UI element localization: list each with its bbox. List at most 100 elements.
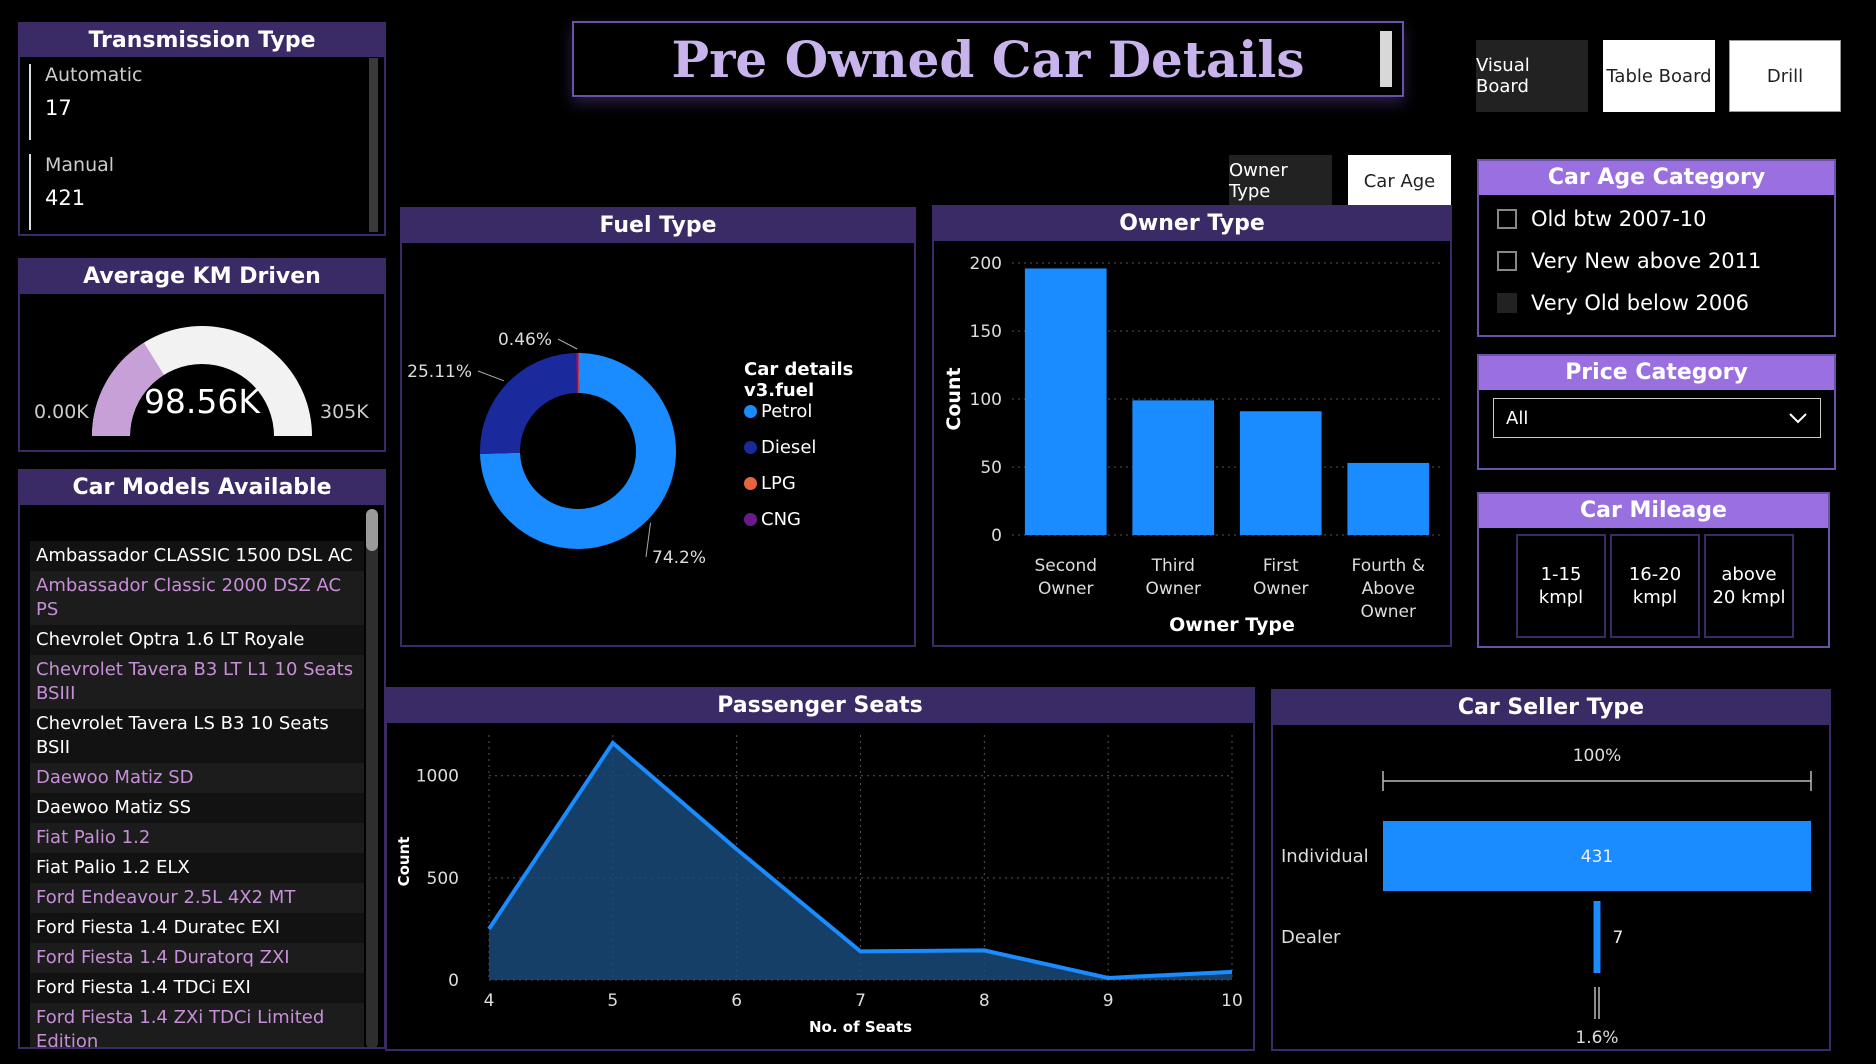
legend-dot-icon — [744, 404, 757, 418]
model-list-item[interactable]: Fiat Palio 1.2 ELX — [30, 853, 364, 883]
model-list-item[interactable]: Fiat Palio 1.2 — [30, 823, 364, 853]
mileage-header: Car Mileage — [1479, 494, 1828, 528]
model-list-item[interactable]: Chevrolet Optra 1.6 LT Royale — [30, 625, 364, 655]
age-option-label: Very New above 2011 — [1531, 249, 1762, 273]
checkbox-icon[interactable] — [1497, 209, 1517, 229]
fuel-panel: Fuel Type 74.2% 25.11% 0.46% Car details v… — [400, 207, 916, 647]
mileage-tile-1-15[interactable]: 1-15 kmpl — [1516, 534, 1606, 638]
models-header: Car Models Available — [20, 471, 384, 505]
mileage-tile-16-20[interactable]: 16-20 kmpl — [1610, 534, 1700, 638]
owner-xtick-label: Second — [1034, 556, 1097, 576]
fuel-leader-line — [645, 522, 651, 558]
seller-header: Car Seller Type — [1273, 691, 1829, 725]
seats-xtick-label: 10 — [1221, 991, 1243, 1011]
model-list-item[interactable]: Daewoo Matiz SS — [30, 793, 364, 823]
seller-bar[interactable] — [1593, 901, 1601, 973]
seats-area-chart: 0 500 1000 4 5 6 7 8 9 10 No. of Seats Count — [395, 735, 1243, 1036]
visual-board-button[interactable]: Visual Board — [1476, 40, 1588, 112]
fuel-pct-label: 25.11% — [407, 362, 472, 382]
transmission-scrollbar[interactable] — [369, 58, 378, 232]
age-category-header: Car Age Category — [1479, 161, 1834, 195]
age-option-1[interactable]: Very New above 2011 — [1497, 249, 1761, 273]
seats-ytick-label: 0 — [448, 971, 459, 991]
models-panel: Car Models Available Ambassador CLASSIC … — [18, 469, 386, 1049]
fuel-leader-line — [557, 338, 578, 350]
owner-xtick-label: Owner — [1360, 602, 1416, 622]
fuel-legend-item[interactable]: LPG — [744, 465, 816, 501]
model-list-item[interactable]: Chevrolet Tavera B3 LT L1 10 Seats BSIII — [30, 655, 364, 709]
model-list-item[interactable]: Chevrolet Tavera LS B3 10 Seats BSII — [30, 709, 364, 763]
legend-label: CNG — [761, 508, 801, 530]
owner-bar[interactable] — [1024, 268, 1107, 535]
seats-xtick-label: 8 — [979, 991, 990, 1011]
transmission-panel: Transmission Type Automatic 17 Manual 42… — [18, 22, 386, 236]
owner-xtick-label: Owner — [1145, 579, 1201, 599]
owner-yaxis-label: Count — [943, 367, 965, 430]
fuel-donut-chart: 74.2% 25.11% 0.46% — [407, 330, 706, 568]
avg-km-max: 305K — [320, 401, 369, 423]
owner-xtick-label: Third — [1151, 556, 1195, 576]
fuel-pct-label: 74.2% — [652, 548, 706, 568]
model-list-item[interactable]: Ambassador CLASSIC 1500 DSL AC — [30, 541, 364, 571]
manual-label: Manual — [45, 154, 115, 176]
price-category-selected: All — [1506, 407, 1529, 429]
title-scroll-indicator — [1380, 31, 1392, 87]
owner-bar-chart: 0 50 100 150 200 Second Owner Third Owner First Ow… — [943, 254, 1442, 636]
age-option-2[interactable]: Very Old below 2006 — [1497, 291, 1749, 315]
avg-km-panel: Average KM Driven 98.56K 0.00K 305K — [18, 258, 386, 452]
models-scroll-thumb[interactable] — [366, 509, 378, 551]
owner-xtick-label: First — [1263, 556, 1299, 576]
model-list-item[interactable]: Ford Endeavour 2.5L 4X2 MT — [30, 883, 364, 913]
fuel-slice-diesel[interactable] — [480, 353, 577, 454]
model-list-item[interactable]: Ambassador Classic 2000 DSZ AC PS — [30, 571, 364, 625]
legend-label: LPG — [761, 472, 796, 494]
seats-yaxis-label: Count — [395, 837, 413, 887]
price-category-dropdown[interactable]: All — [1493, 398, 1821, 438]
drill-button[interactable]: Drill — [1729, 40, 1841, 112]
transmission-card-manual: Manual 421 — [29, 154, 114, 230]
models-scrollbar[interactable] — [366, 509, 378, 1047]
owner-type-toggle[interactable]: Owner Type — [1229, 155, 1332, 207]
transmission-header: Transmission Type — [20, 24, 384, 57]
owner-ytick-label: 100 — [970, 390, 1002, 410]
table-board-button[interactable]: Table Board — [1603, 40, 1715, 112]
page-title: Pre Owned Car Details — [671, 29, 1305, 89]
owner-xaxis-label: Owner Type — [1169, 614, 1295, 636]
price-category-panel: Price Category All — [1477, 354, 1836, 470]
fuel-legend-item[interactable]: Petrol — [744, 393, 816, 429]
fuel-leader-line — [477, 370, 505, 382]
seats-header: Passenger Seats — [387, 689, 1253, 723]
age-option-0[interactable]: Old btw 2007-10 — [1497, 207, 1707, 231]
automatic-value: 17 — [45, 96, 72, 120]
seller-panel: Car Seller Type 100% Individual 431 Dealer 7… — [1271, 689, 1831, 1051]
owner-bar[interactable] — [1347, 462, 1430, 535]
legend-dot-icon — [744, 476, 757, 490]
model-list-item[interactable]: Ford Fiesta 1.4 TDCi EXI — [30, 973, 364, 1003]
chevron-down-icon — [1789, 413, 1807, 424]
checkbox-icon[interactable] — [1497, 293, 1517, 313]
car-age-toggle[interactable]: Car Age — [1348, 155, 1451, 207]
avg-km-min: 0.00K — [34, 401, 89, 423]
seller-category-label: Dealer — [1281, 927, 1341, 948]
owner-bar[interactable] — [1132, 400, 1215, 535]
fuel-legend-item[interactable]: CNG — [744, 501, 816, 537]
owner-ytick-label: 150 — [970, 322, 1002, 342]
fuel-header: Fuel Type — [402, 209, 914, 243]
owner-bar[interactable] — [1239, 411, 1322, 535]
model-list-item[interactable]: Daewoo Matiz SD — [30, 763, 364, 793]
legend-label: Diesel — [761, 436, 817, 458]
model-list-item[interactable]: Ford Fiesta 1.4 Duratec EXI — [30, 913, 364, 943]
checkbox-icon[interactable] — [1497, 251, 1517, 271]
seats-xtick-label: 7 — [855, 991, 866, 1011]
fuel-pct-label: 0.46% — [498, 330, 552, 350]
model-list-item[interactable]: Ford Fiesta 1.4 Duratorq ZXI — [30, 943, 364, 973]
legend-label: Petrol — [761, 400, 813, 422]
mileage-tile-above-20[interactable]: above 20 kmpl — [1704, 534, 1794, 638]
owner-header: Owner Type — [934, 207, 1450, 241]
fuel-legend-item[interactable]: Diesel — [744, 429, 816, 465]
seats-xtick-label: 6 — [731, 991, 742, 1011]
owner-xtick-label: Owner — [1038, 579, 1094, 599]
seats-panel: Passenger Seats 0 500 1000 4 5 6 7 8 9 10 No. of S… — [385, 687, 1255, 1051]
seller-value-label: 431 — [1581, 847, 1613, 867]
model-list-item[interactable]: Ford Fiesta 1.4 ZXi TDCi Limited Edition — [30, 1003, 364, 1047]
